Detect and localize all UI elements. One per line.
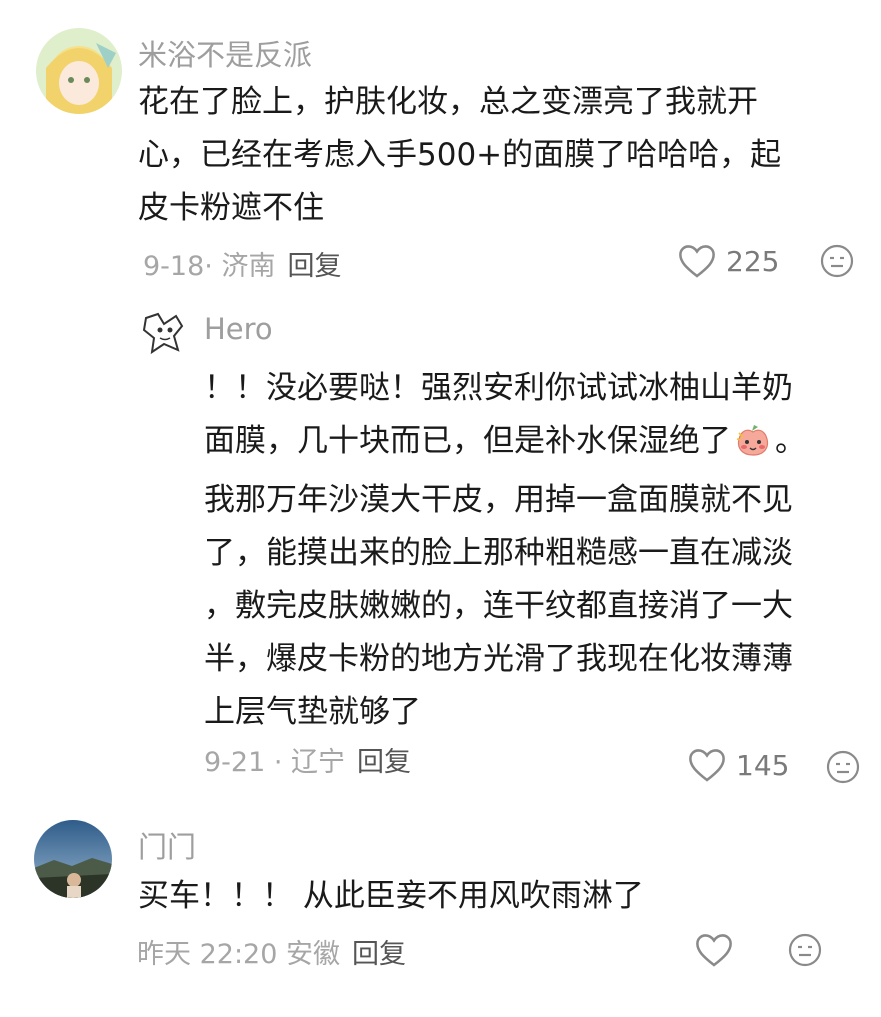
username[interactable]: 门门 (138, 824, 196, 866)
comment-text-fragment: 面膜，几十块而已，但是补水保湿绝了 (204, 423, 731, 459)
like-count: 225 (726, 244, 780, 278)
comment-meta: 昨天 22:20 安徽 回复 (137, 932, 406, 971)
shy-blushing-peach-emoji (735, 421, 771, 474)
reply-button[interactable]: 回复 (352, 939, 406, 970)
comment-text-line: 买车！！！ 从此臣妾不用风吹雨淋了 (138, 878, 644, 914)
heart-outline-icon (679, 245, 715, 278)
avatar[interactable] (138, 306, 190, 358)
username[interactable]: 米浴不是反派 (138, 32, 312, 74)
comment-meta: 9-21 · 辽宁 回复 (204, 740, 411, 779)
comment-text-line: 上层气垫就够了 (204, 694, 421, 730)
comment-text-line: 我那万年沙漠大干皮，用掉一盒面膜就不见 (204, 482, 793, 518)
avatar[interactable] (34, 820, 112, 898)
reply-button[interactable]: 回复 (287, 251, 341, 282)
comment-text-line: 了，能摸出来的脸上那种粗糙感一直在减淡 (204, 535, 793, 571)
heart-outline-icon (696, 934, 732, 967)
comment-text: 花在了脸上，护肤化妆，总之变漂亮了我就开 心，已经在考虑入手500+的面膜了哈哈… (138, 76, 781, 235)
comment-item: 米浴不是反派 花在了脸上，护肤化妆，总之变漂亮了我就开 心，已经在考虑入手500… (0, 0, 881, 300)
username[interactable]: Hero (204, 312, 273, 346)
comment-text-line: 面膜，几十块而已，但是补水保湿绝了 。 (204, 415, 806, 474)
neutral-face-icon[interactable] (820, 244, 854, 282)
neutral-face-icon[interactable] (826, 750, 860, 788)
comment-text-line: ，敷完皮肤嫩嫩的，连干纹都直接消了一大 (204, 588, 793, 624)
timestamp-location: 9-18· 济南 (143, 251, 276, 282)
reply-button[interactable]: 回复 (357, 747, 411, 778)
comment-text-line: 花在了脸上，护肤化妆，总之变漂亮了我就开 (138, 84, 758, 120)
comment-text-line: ！！没必要哒！强烈安利你试试冰柚山羊奶 (204, 370, 793, 406)
like-count: 145 (736, 748, 790, 782)
comment-text: ！！没必要哒！强烈安利你试试冰柚山羊奶 面膜，几十块而已，但是补水保湿绝了 。 我… (204, 362, 806, 739)
heart-outline-icon (689, 749, 725, 782)
comment-text-line: 皮卡粉遮不住 (138, 190, 324, 226)
neutral-face-icon[interactable] (788, 933, 822, 971)
timestamp-location: 昨天 22:20 安徽 (137, 939, 340, 970)
comment-text: 买车！！！ 从此臣妾不用风吹雨淋了 (138, 870, 644, 923)
comment-text-fragment: 。 (775, 423, 806, 459)
like-button[interactable]: 225 (678, 243, 779, 279)
like-button[interactable] (695, 932, 743, 968)
like-button[interactable]: 145 (688, 747, 789, 783)
avatar[interactable] (36, 28, 122, 114)
timestamp-location: 9-21 · 辽宁 (204, 747, 346, 778)
comment-meta: 9-18· 济南 回复 (143, 244, 341, 283)
comment-text-line: 心，已经在考虑入手500+的面膜了哈哈哈，起 (138, 137, 782, 173)
comment-item: 门门 买车！！！ 从此臣妾不用风吹雨淋了 昨天 22:20 安徽 回复 (0, 800, 881, 1017)
reply-item: Hero ！！没必要哒！强烈安利你试试冰柚山羊奶 面膜，几十块而已，但是补水保湿… (0, 300, 881, 800)
comment-text-line: 半，爆皮卡粉的地方光滑了我现在化妆薄薄 (204, 641, 793, 677)
